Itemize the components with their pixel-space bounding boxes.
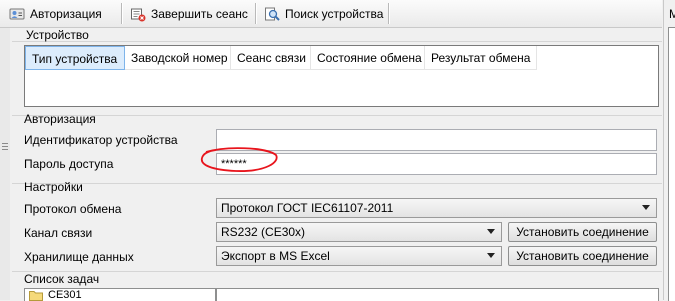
group-divider (12, 115, 662, 116)
auth-group-title: Авторизация (24, 112, 96, 126)
protocol-select[interactable]: Протокол ГОСТ IEC61107-2011 (216, 198, 657, 218)
end-session-button[interactable]: Завершить сеанс (127, 3, 251, 24)
task-tree[interactable]: CE301 (24, 288, 216, 301)
storage-select-value: Экспорт в MS Excel (221, 249, 330, 263)
column-exchange-state[interactable]: Состояние обмена (311, 46, 425, 70)
authorize-icon (9, 6, 25, 22)
column-device-type[interactable]: Тип устройства (25, 46, 125, 70)
splitter-grip (2, 149, 8, 150)
group-divider (12, 271, 662, 272)
folder-icon (29, 290, 43, 301)
search-device-button-label: Поиск устройства (285, 6, 384, 21)
disconnect-icon (130, 6, 146, 22)
chevron-down-icon (487, 253, 495, 258)
device-id-input[interactable] (216, 129, 657, 151)
auth-button[interactable]: Авторизация (6, 3, 105, 24)
settings-group-title: Настройки (24, 180, 83, 194)
chevron-down-icon (487, 229, 495, 234)
right-panel-content (668, 27, 675, 301)
protocol-select-value: Протокол ГОСТ IEC61107-2011 (221, 201, 394, 215)
search-icon (264, 6, 280, 22)
storage-label: Хранилище данных (24, 250, 134, 264)
storage-connect-button[interactable]: Установить соединение (508, 246, 657, 266)
column-session[interactable]: Сеанс связи (231, 46, 311, 70)
channel-select-value: RS232 (CE30x) (221, 225, 306, 239)
splitter-grip (2, 143, 8, 144)
device-id-label: Идентификатор устройства (24, 133, 178, 147)
tasks-group-title: Список задач (24, 272, 100, 286)
splitter-grip (2, 146, 8, 147)
right-panel-title: М (669, 7, 675, 21)
task-tree-item[interactable]: CE301 (29, 290, 82, 301)
toolbar: Авторизация Завершить сеанс Поиск устрой… (0, 0, 662, 28)
channel-select[interactable]: RS232 (CE30x) (216, 222, 502, 242)
device-table-header: Тип устройства Заводской номер Сеанс свя… (25, 46, 537, 70)
left-splitter[interactable] (0, 28, 10, 300)
channel-label: Канал связи (24, 226, 93, 240)
column-serial-number[interactable]: Заводской номер (125, 46, 231, 70)
protocol-label: Протокол обмена (24, 202, 122, 216)
right-side-panel: М (663, 0, 675, 301)
task-details-pane (216, 288, 659, 301)
device-table[interactable]: Тип устройства Заводской номер Сеанс свя… (24, 45, 659, 107)
password-input[interactable]: ****** (216, 153, 657, 175)
channel-connect-button[interactable]: Установить соединение (508, 222, 657, 242)
column-exchange-result[interactable]: Результат обмена (425, 46, 537, 70)
device-group-title: Устройство (26, 28, 89, 42)
toolbar-separator (255, 3, 257, 24)
group-divider (12, 183, 662, 184)
storage-select[interactable]: Экспорт в MS Excel (216, 246, 502, 266)
toolbar-separator (388, 3, 390, 24)
auth-button-label: Авторизация (30, 6, 102, 21)
toolbar-separator (121, 3, 123, 24)
search-device-button[interactable]: Поиск устройства (261, 3, 386, 24)
password-label: Пароль доступа (24, 157, 114, 171)
chevron-down-icon (642, 205, 650, 210)
end-session-button-label: Завершить сеанс (151, 6, 248, 21)
group-divider (12, 41, 662, 42)
task-item-label: CE301 (48, 289, 82, 301)
